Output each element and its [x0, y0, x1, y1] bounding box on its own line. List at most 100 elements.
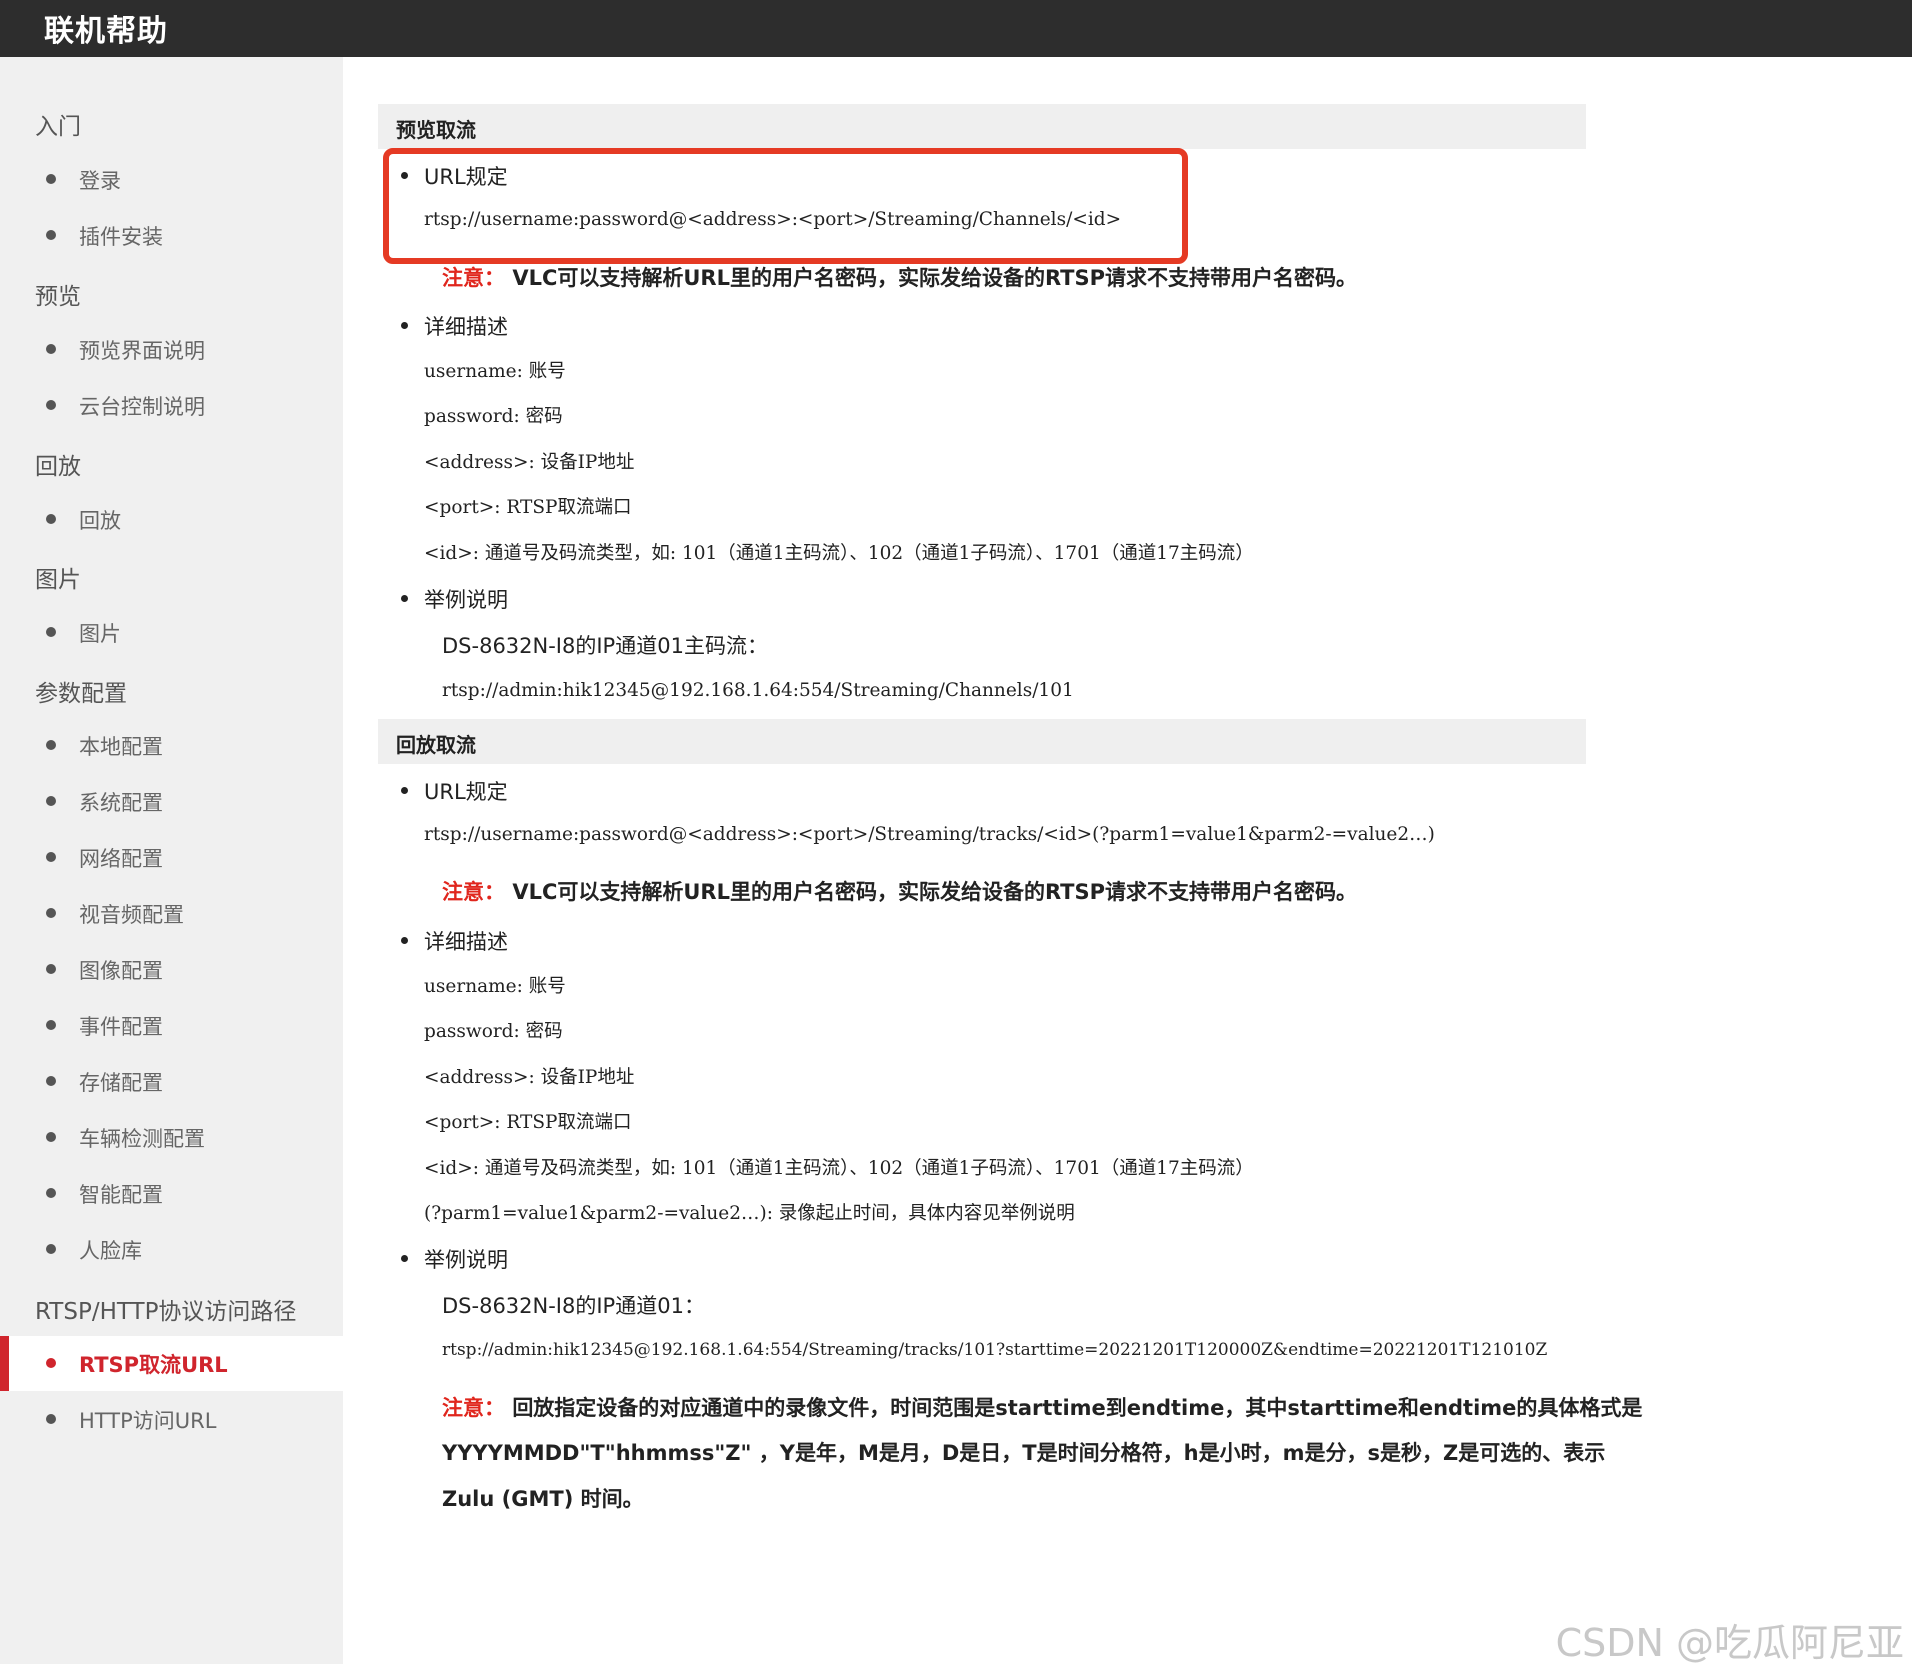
note: 注意： 回放指定设备的对应通道中的录像文件，时间范围是starttime到end… [442, 1392, 1642, 1422]
detail-line: password: 密码 [424, 1021, 563, 1042]
sidebar-item-rtsp-url[interactable]: RTSP取流URL [0, 1336, 343, 1391]
sidebar-item-label: 图片 [79, 622, 121, 646]
app-title: 联机帮助 [44, 14, 168, 49]
note-label: 注意： [442, 1396, 505, 1420]
section-title: 回放取流 [396, 733, 476, 757]
sidebar-item-label: 云台控制说明 [79, 395, 205, 419]
bullet-icon [46, 1414, 56, 1424]
sidebar-item-smart-config[interactable]: 智能配置 [0, 1166, 343, 1221]
note-text: VLC可以支持解析URL里的用户名密码，实际发给设备的RTSP请求不支持带用户名… [512, 266, 1358, 290]
detail-label: 详细描述 [401, 311, 508, 341]
note-text: Zulu (GMT) 时间。 [442, 1487, 644, 1511]
detail-line: (?parm1=value1&parm2-=value2…): 录像起止时间，具… [424, 1203, 1075, 1224]
sidebar-item-label: 登录 [79, 169, 121, 193]
nav-group-preview: 预览 [35, 284, 81, 310]
note-text: 回放指定设备的对应通道中的录像文件，时间范围是starttime到endtime… [512, 1396, 1643, 1420]
nav-group-intro: 入门 [35, 114, 81, 140]
section-title: 预览取流 [396, 118, 476, 142]
note: 注意： VLC可以支持解析URL里的用户名密码，实际发给设备的RTSP请求不支持… [442, 262, 1357, 292]
detail-line: <port>: RTSP取流端口 [424, 497, 632, 518]
bullet-icon [46, 1244, 56, 1254]
sidebar-item-label: RTSP取流URL [79, 1353, 228, 1377]
note-text: VLC可以支持解析URL里的用户名密码，实际发给设备的RTSP请求不支持带用户名… [512, 880, 1358, 904]
sidebar-item-av-config[interactable]: 视音频配置 [0, 886, 343, 941]
sidebar-item-network-config[interactable]: 网络配置 [0, 830, 343, 885]
url-template: rtsp://username:password@<address>:<port… [424, 824, 1435, 845]
bullet-icon [46, 1358, 56, 1368]
bullet-icon [46, 964, 56, 974]
sidebar-item-label: HTTP访问URL [79, 1409, 217, 1433]
bullet-icon [46, 174, 56, 184]
bullet-icon [46, 514, 56, 524]
nav-group-playback: 回放 [35, 454, 81, 480]
detail-line: <id>: 通道号及码流类型，如: 101（通道1主码流）、102（通道1子码流… [424, 543, 1254, 564]
sidebar-item-label: 插件安装 [79, 225, 163, 249]
detail-line: <port>: RTSP取流端口 [424, 1112, 632, 1133]
detail-line: <id>: 通道号及码流类型，如: 101（通道1主码流）、102（通道1子码流… [424, 1158, 1254, 1179]
watermark: CSDN @吃瓜阿尼亚 [1555, 1621, 1904, 1665]
bullet-icon [46, 1076, 56, 1086]
top-bar: 联机帮助 [0, 0, 1912, 57]
sidebar-item-label: 存储配置 [79, 1071, 163, 1095]
sidebar-item-label: 事件配置 [79, 1015, 163, 1039]
example-title: DS-8632N-I8的IP通道01： [442, 1294, 705, 1318]
sidebar-item-login[interactable]: 登录 [0, 152, 343, 207]
sidebar-item-playback[interactable]: 回放 [0, 492, 343, 547]
bullet-icon [46, 627, 56, 637]
section-header-preview: 预览取流 [378, 104, 1586, 149]
sidebar-item-label: 回放 [79, 509, 121, 533]
sidebar-item-label: 本地配置 [79, 735, 163, 759]
bullet-icon [46, 230, 56, 240]
sidebar-item-local-config[interactable]: 本地配置 [0, 718, 343, 773]
detail-line: <address>: 设备IP地址 [424, 1067, 635, 1088]
note-label: 注意： [442, 266, 505, 290]
detail-line: <address>: 设备IP地址 [424, 452, 635, 473]
bullet-icon [46, 1020, 56, 1030]
sidebar: 入门 登录 插件安装 预览 预览界面说明 云台控制说明 回放 回放 图片 图片 … [0, 57, 343, 1664]
bullet-icon [46, 400, 56, 410]
sidebar-item-label: 网络配置 [79, 847, 163, 871]
sidebar-item-face-library[interactable]: 人脸库 [0, 1222, 343, 1277]
detail-line: username: 账号 [424, 976, 566, 997]
sidebar-item-plugin-install[interactable]: 插件安装 [0, 208, 343, 263]
bullet-icon [46, 852, 56, 862]
detail-label: 详细描述 [401, 926, 508, 956]
nav-group-config: 参数配置 [35, 681, 127, 707]
sidebar-item-label: 人脸库 [79, 1239, 142, 1263]
detail-line: password: 密码 [424, 406, 563, 427]
sidebar-item-event-config[interactable]: 事件配置 [0, 998, 343, 1053]
note: 注意： VLC可以支持解析URL里的用户名密码，实际发给设备的RTSP请求不支持… [442, 876, 1357, 906]
nav-group-picture: 图片 [35, 567, 81, 593]
sidebar-item-label: 系统配置 [79, 791, 163, 815]
bullet-icon [46, 796, 56, 806]
sidebar-item-vehicle-config[interactable]: 车辆检测配置 [0, 1110, 343, 1165]
bullet-icon [46, 344, 56, 354]
example-label: 举例说明 [401, 584, 508, 614]
example-url: rtsp://admin:hik12345@192.168.1.64:554/S… [442, 680, 1074, 701]
example-title: DS-8632N-I8的IP通道01主码流： [442, 634, 768, 658]
note-label: 注意： [442, 880, 505, 904]
bullet-icon [46, 1188, 56, 1198]
sidebar-item-label: 图像配置 [79, 959, 163, 983]
sidebar-item-preview-ui[interactable]: 预览界面说明 [0, 322, 343, 377]
example-url: rtsp://admin:hik12345@192.168.1.64:554/S… [442, 1340, 1548, 1360]
bullet-icon [46, 740, 56, 750]
nav-group-rtsp-http: RTSP/HTTP协议访问路径 [35, 1299, 297, 1325]
sidebar-item-storage-config[interactable]: 存储配置 [0, 1054, 343, 1109]
sidebar-item-label: 视音频配置 [79, 903, 184, 927]
url-rule-label: URL规定 [401, 776, 508, 806]
sidebar-item-label: 智能配置 [79, 1183, 163, 1207]
sidebar-item-ptz-control[interactable]: 云台控制说明 [0, 378, 343, 433]
bullet-icon [46, 1132, 56, 1142]
detail-line: username: 账号 [424, 361, 566, 382]
sidebar-item-label: 预览界面说明 [79, 339, 205, 363]
sidebar-item-system-config[interactable]: 系统配置 [0, 774, 343, 829]
sidebar-item-label: 车辆检测配置 [79, 1127, 205, 1151]
section-header-playback: 回放取流 [378, 719, 1586, 764]
note-text: YYYYMMDD"T"hhmmss"Z" ，Y是年，M是月，D是日，T是时间分格… [442, 1441, 1606, 1465]
sidebar-item-http-url[interactable]: HTTP访问URL [0, 1392, 343, 1447]
highlight-box [383, 148, 1188, 264]
sidebar-item-picture[interactable]: 图片 [0, 605, 343, 660]
example-label: 举例说明 [401, 1244, 508, 1274]
sidebar-item-image-config[interactable]: 图像配置 [0, 942, 343, 997]
